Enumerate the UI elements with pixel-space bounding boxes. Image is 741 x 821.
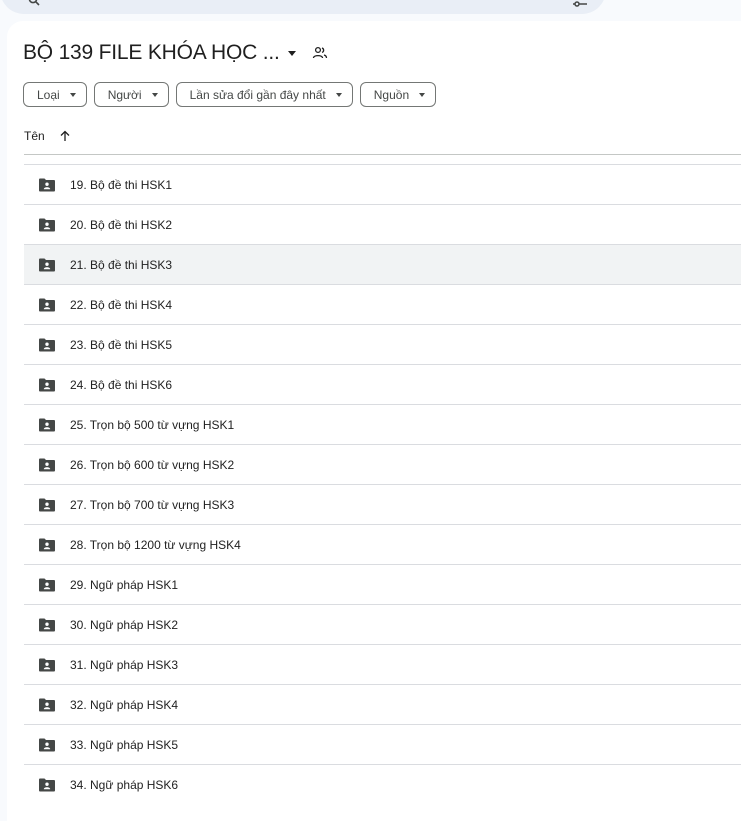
- list-item-name: 25. Trọn bộ 500 từ vựng HSK1: [70, 418, 235, 432]
- list-item-name: 34. Ngữ pháp HSK6: [70, 778, 179, 792]
- shared-folder-icon: [39, 178, 55, 192]
- folder-title-button[interactable]: BỘ 139 FILE KHÓA HỌC ...: [23, 41, 280, 65]
- list-item-name: 22. Bộ đề thi HSK4: [70, 298, 173, 312]
- filter-people-label: Người: [107, 87, 142, 102]
- shared-folder-icon: [39, 698, 55, 712]
- arrow-up-icon[interactable]: [59, 130, 71, 142]
- header-divider: [24, 154, 741, 155]
- shared-folder-icon: [39, 258, 55, 272]
- folder-menu-caret-icon[interactable]: [287, 50, 296, 56]
- list-item-name: 20. Bộ đề thi HSK2: [70, 218, 173, 232]
- list-item[interactable]: 28. Trọn bộ 1200 từ vựng HSK4: [24, 524, 741, 564]
- list-item[interactable]: 22. Bộ đề thi HSK4: [24, 284, 741, 324]
- list-item[interactable]: 29. Ngữ pháp HSK1: [24, 564, 741, 604]
- shared-people-icon[interactable]: [312, 45, 328, 61]
- list-item[interactable]: 24. Bộ đề thi HSK6: [24, 364, 741, 404]
- list-item[interactable]: 23. Bộ đề thi HSK5: [24, 324, 741, 364]
- list-item-name: 24. Bộ đề thi HSK6: [70, 378, 173, 392]
- list-item-name: 19. Bộ đề thi HSK1: [70, 178, 173, 192]
- list-item[interactable]: 26. Trọn bộ 600 từ vựng HSK2: [24, 444, 741, 484]
- list-item[interactable]: 32. Ngữ pháp HSK4: [24, 684, 741, 724]
- chevron-down-icon: [335, 92, 342, 97]
- list-item[interactable]: 31. Ngữ pháp HSK3: [24, 644, 741, 684]
- list-item-name: 26. Trọn bộ 600 từ vựng HSK2: [70, 458, 235, 472]
- tune-icon[interactable]: [572, 0, 588, 8]
- main-panel: BỘ 139 FILE KHÓA HỌC ... Loại Người Lần …: [7, 21, 741, 821]
- list-item-name: 33. Ngữ pháp HSK5: [70, 738, 179, 752]
- shared-folder-icon: [39, 498, 55, 512]
- shared-folder-icon: [39, 538, 55, 552]
- list-item[interactable]: 21. Bộ đề thi HSK3: [24, 244, 741, 284]
- name-column-header[interactable]: Tên: [24, 129, 71, 143]
- chevron-down-icon: [151, 92, 158, 97]
- list-item-name: 29. Ngữ pháp HSK1: [70, 578, 179, 592]
- list-item[interactable]: 34. Ngữ pháp HSK6: [24, 764, 741, 804]
- list-item-name: 27. Trọn bộ 700 từ vựng HSK3: [70, 498, 235, 512]
- filter-chips: Loại Người Lần sửa đổi gần đây nhất Nguồ…: [23, 82, 437, 107]
- list-item-name: 31. Ngữ pháp HSK3: [70, 658, 179, 672]
- shared-folder-icon: [39, 658, 55, 672]
- search-icon[interactable]: [28, 0, 40, 6]
- file-list: 19. Bộ đề thi HSK1 20. Bộ đề thi HSK2 21. …: [24, 164, 741, 804]
- filter-modified-chip[interactable]: Lần sửa đổi gần đây nhất: [175, 82, 353, 107]
- shared-folder-icon: [39, 738, 55, 752]
- shared-folder-icon: [39, 418, 55, 432]
- shared-folder-icon: [39, 338, 55, 352]
- shared-folder-icon: [39, 578, 55, 592]
- folder-title-row: BỘ 139 FILE KHÓA HỌC ...: [23, 39, 328, 67]
- list-item[interactable]: 20. Bộ đề thi HSK2: [24, 204, 741, 244]
- filter-source-label: Nguồn: [373, 87, 410, 102]
- list-item[interactable]: 30. Ngữ pháp HSK2: [24, 604, 741, 644]
- shared-folder-icon: [39, 618, 55, 632]
- filter-source-chip[interactable]: Nguồn: [359, 82, 437, 107]
- shared-folder-icon: [39, 298, 55, 312]
- search-bar[interactable]: [0, 0, 606, 14]
- list-item-name: 21. Bộ đề thi HSK3: [70, 258, 173, 272]
- list-item-name: 32. Ngữ pháp HSK4: [70, 698, 179, 712]
- chevron-down-icon: [69, 92, 76, 97]
- list-item[interactable]: 19. Bộ đề thi HSK1: [24, 164, 741, 204]
- list-item-name: 23. Bộ đề thi HSK5: [70, 338, 173, 352]
- filter-people-chip[interactable]: Người: [93, 82, 169, 107]
- filter-modified-label: Lần sửa đổi gần đây nhất: [189, 87, 326, 102]
- list-item[interactable]: 33. Ngữ pháp HSK5: [24, 724, 741, 764]
- filter-type-chip[interactable]: Loại: [23, 82, 87, 107]
- filter-type-label: Loại: [37, 87, 60, 102]
- shared-folder-icon: [39, 218, 55, 232]
- shared-folder-icon: [39, 458, 55, 472]
- list-item[interactable]: 25. Trọn bộ 500 từ vựng HSK1: [24, 404, 741, 444]
- name-column-label: Tên: [24, 129, 45, 143]
- shared-folder-icon: [39, 378, 55, 392]
- list-item-name: 30. Ngữ pháp HSK2: [70, 618, 179, 632]
- list-item[interactable]: 27. Trọn bộ 700 từ vựng HSK3: [24, 484, 741, 524]
- shared-folder-icon: [39, 778, 55, 792]
- list-item-name: 28. Trọn bộ 1200 từ vựng HSK4: [70, 538, 241, 552]
- chevron-down-icon: [419, 92, 426, 97]
